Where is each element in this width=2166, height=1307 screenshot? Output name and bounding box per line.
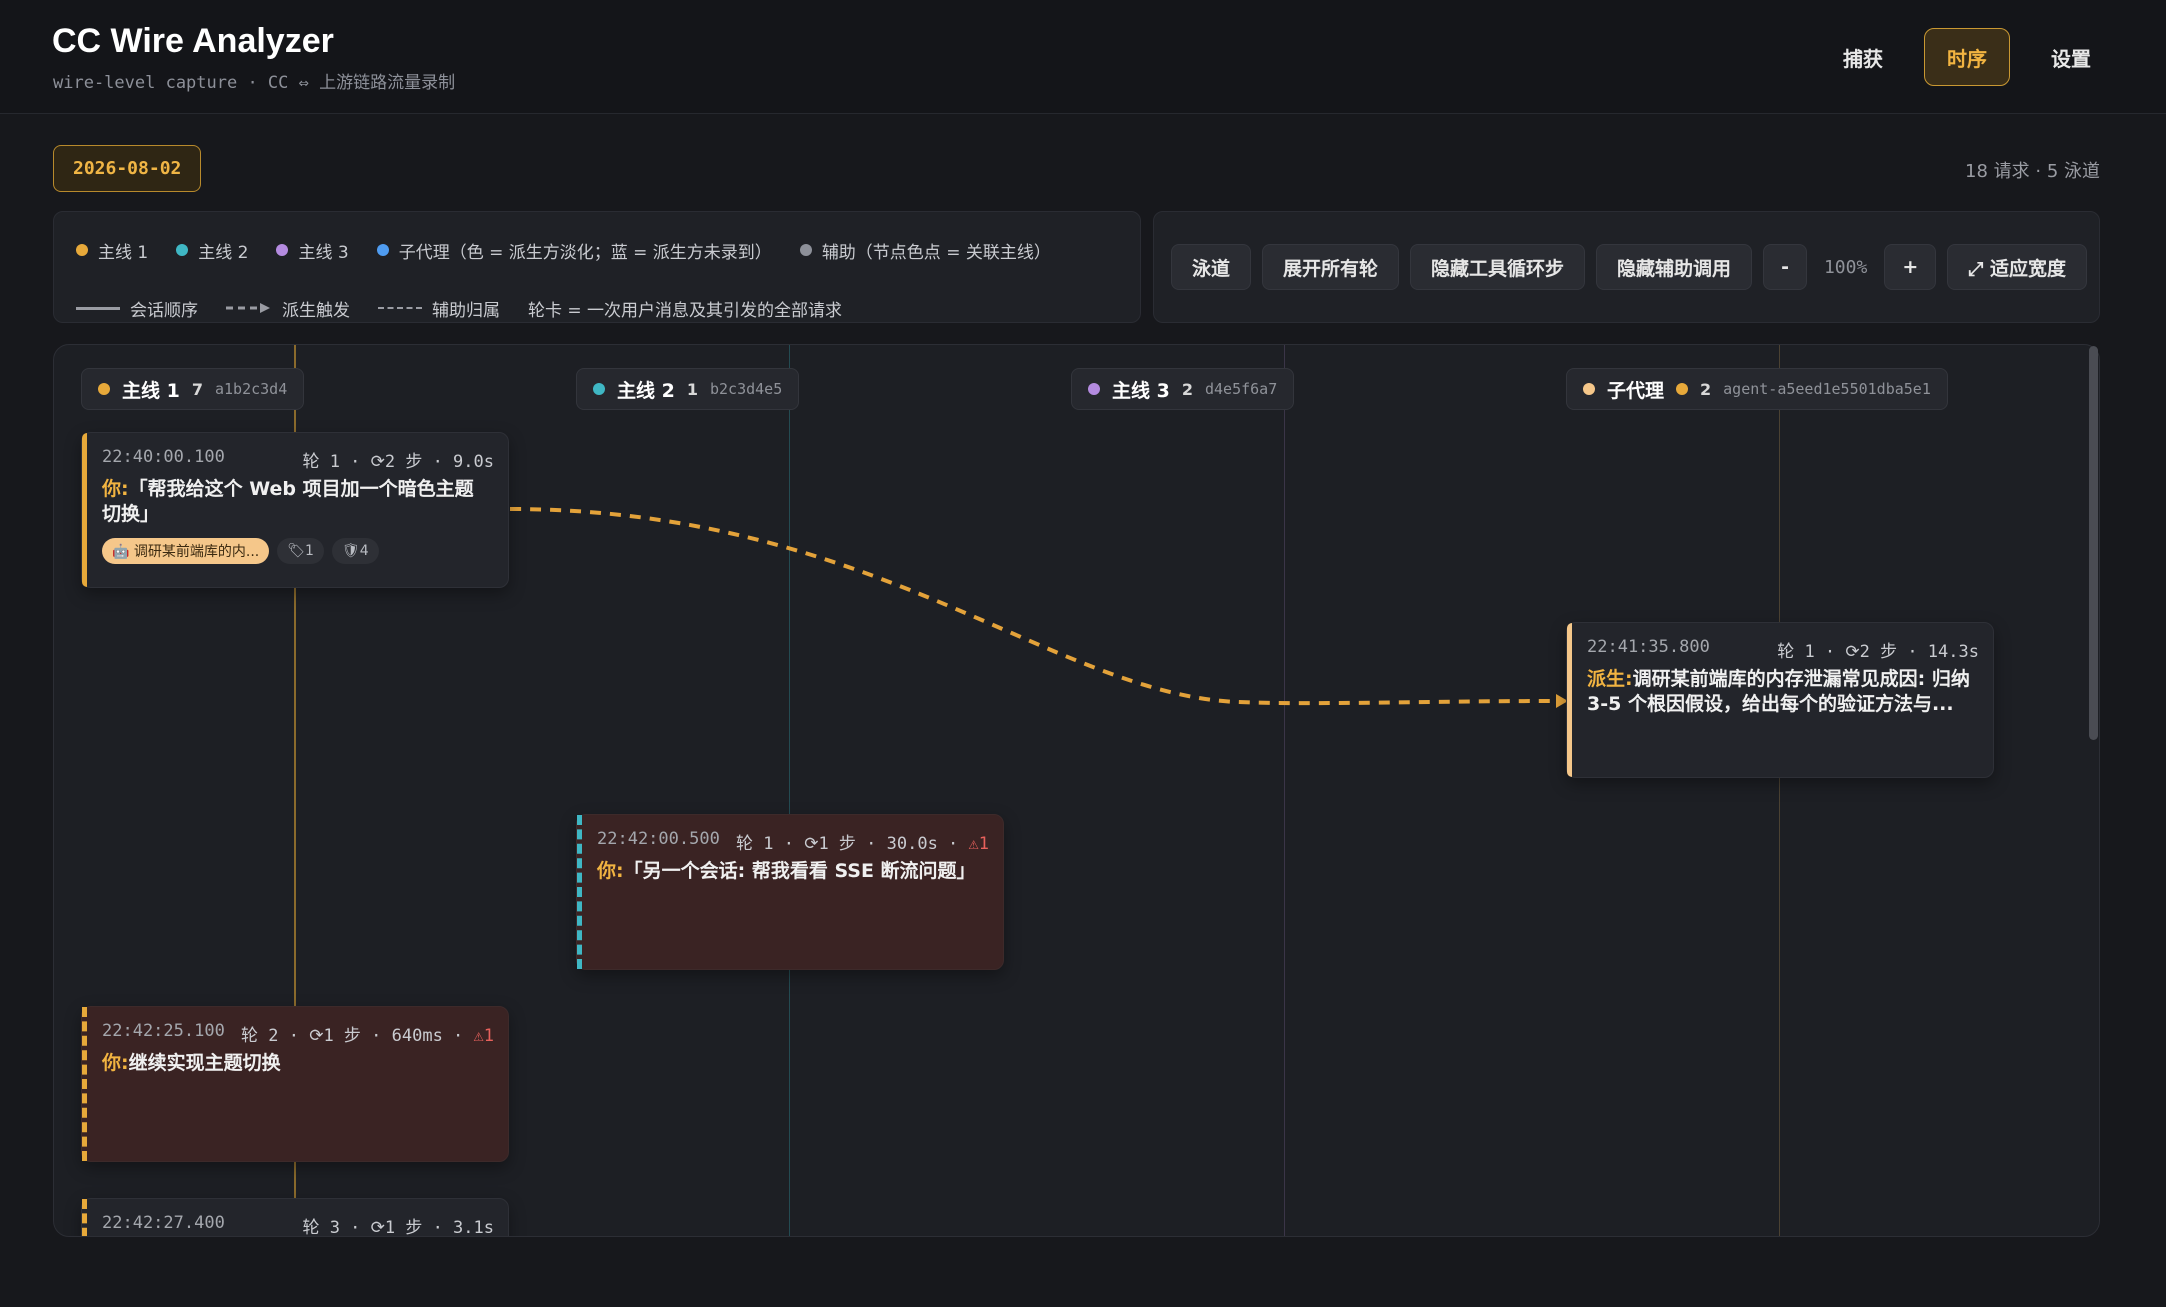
nav-timeline-button[interactable]: 时序 [1924, 28, 2010, 86]
legend-session-order: 会话顺序 [76, 296, 198, 321]
zoom-out-button[interactable]: - [1763, 244, 1807, 290]
legend-item-lane2: 主线 2 [176, 238, 248, 263]
dotted-line-icon [378, 307, 422, 309]
solid-line-icon [76, 306, 120, 310]
zoom-level: 100% [1823, 256, 1868, 278]
hide-tool-loop-button[interactable]: 隐藏工具循环步 [1410, 244, 1586, 290]
canvas-scrollbar[interactable] [2089, 346, 2098, 740]
card-stats: 轮 3 · ⟳1 步 · 3.1s [302, 1218, 494, 1237]
swimlane-button[interactable]: 泳道 [1171, 244, 1252, 290]
card-speaker: 你: [102, 478, 129, 500]
nav-settings-button[interactable]: 设置 [2028, 28, 2114, 86]
legend-lanes: 主线 1 主线 2 主线 3 子代理（色 = 派生方淡化；蓝 = 派生方未录到）… [76, 228, 1051, 272]
lane-header-subagent[interactable]: 子代理 2 agent-a5eed1e5501dba5e1 [1566, 368, 1948, 410]
date-selector[interactable]: 2026-08-02 [53, 145, 202, 192]
legend-item-lane1: 主线 1 [76, 238, 148, 263]
main-nav: 捕获 时序 设置 [1820, 28, 2114, 86]
card-time: 22:42:27.400 [102, 1213, 225, 1233]
card-time: 22:40:00.100 [102, 447, 225, 467]
zoom-in-button[interactable]: + [1884, 244, 1937, 290]
card-speaker: 你: [597, 860, 624, 882]
card-message: 继续实现主题切换 [128, 1052, 281, 1074]
parent-lane-dot [1676, 383, 1689, 395]
legend-spawn-trigger: 派生触发 [226, 296, 350, 321]
card-time: 22:42:25.100 [102, 1021, 225, 1041]
card-stats: 轮 1 · ⟳2 步 · 9.0s [302, 452, 494, 472]
card-message: 「另一个会话: 帮我看看 SSE 断流问题」 [623, 860, 976, 882]
lane-header-2[interactable]: 主线 2 1 b2c3d4e5 [576, 368, 800, 410]
tag-chip[interactable]: 🏷1 [277, 538, 324, 564]
legend-panel: 主线 1 主线 2 主线 3 子代理（色 = 派生方淡化；蓝 = 派生方未录到）… [53, 211, 1141, 323]
subagent-color-dot [376, 244, 389, 256]
lane-header-3[interactable]: 主线 3 2 d4e5f6a7 [1071, 368, 1295, 410]
lane2-dot [593, 383, 605, 395]
card-stats: 轮 2 · ⟳1 步 · 640ms · [241, 1026, 474, 1046]
turn-card[interactable]: 22:41:35.800 轮 1 · ⟳2 步 · 14.3s 派生:调研某前端… [1566, 622, 1994, 778]
lane3-color-dot [276, 244, 289, 256]
dashed-arrow-icon [226, 303, 270, 313]
top-bar: CC Wire Analyzer wire-level capture · CC… [0, 0, 2166, 114]
shield-chip[interactable]: 🛡4 [331, 538, 379, 564]
card-message: 「帮我给这个 Web 项目加一个暗色主题切换」 [102, 478, 474, 525]
legend-turn-card-note: 轮卡 = 一次用户消息及其引发的全部请求 [528, 300, 843, 321]
legend-item-subagent: 子代理（色 = 派生方淡化；蓝 = 派生方未录到） [376, 238, 772, 263]
card-message: 调研某前端库的内存泄漏常见成因: 归纳 3-5 个根因假设，给出每个的验证方法与… [1587, 668, 1970, 715]
warning-count: ⚠1 [473, 1026, 494, 1046]
card-time: 22:42:00.500 [597, 829, 720, 849]
hide-aux-button[interactable]: 隐藏辅助调用 [1596, 244, 1753, 290]
subagent-chip[interactable]: 🤖 调研某前端库的内... [102, 538, 270, 564]
legend-item-aux: 辅助（节点色点 = 关联主线） [799, 238, 1051, 263]
turn-card[interactable]: 22:40:00.100 轮 1 · ⟳2 步 · 9.0s 你:「帮我给这个 … [81, 432, 509, 588]
lane3-dot [1088, 383, 1100, 395]
lane1-dot [98, 383, 110, 395]
card-stats: 轮 1 · ⟳2 步 · 14.3s [1777, 642, 1979, 662]
legend-aux-belong: 辅助归属 [378, 296, 500, 321]
app-title: CC Wire Analyzer [52, 22, 334, 60]
legend-item-lane3: 主线 3 [276, 238, 349, 263]
turn-card[interactable]: 22:42:00.500 轮 1 · ⟳1 步 · 30.0s · ⚠1 你:「… [576, 814, 1004, 970]
app-subtitle: wire-level capture · CC ⇔ 上游链路流量录制 [53, 73, 456, 93]
turn-card[interactable]: 22:42:27.400 轮 3 · ⟳1 步 · 3.1s [81, 1198, 509, 1237]
aux-color-dot [799, 244, 812, 256]
card-speaker: 派生: [1587, 668, 1633, 690]
turn-card[interactable]: 22:42:25.100 轮 2 · ⟳1 步 · 640ms · ⚠1 你:继… [81, 1006, 509, 1162]
subagent-dot [1583, 383, 1595, 395]
view-toolbar: 泳道 展开所有轮 隐藏工具循环步 隐藏辅助调用 - 100% + ⤢ 适应宽度 [1153, 211, 2100, 323]
lane2-color-dot [176, 244, 189, 256]
card-stats: 轮 1 · ⟳1 步 · 30.0s · [736, 834, 969, 854]
timeline-canvas[interactable]: 主线 1 7 a1b2c3d4 主线 2 1 b2c3d4e5 主线 3 2 d… [53, 344, 2100, 1237]
warning-count: ⚠1 [968, 834, 989, 854]
lane-header-1[interactable]: 主线 1 7 a1b2c3d4 [81, 368, 305, 410]
nav-capture-button[interactable]: 捕获 [1820, 28, 1906, 86]
lane1-color-dot [76, 244, 88, 256]
card-time: 22:41:35.800 [1587, 637, 1710, 657]
card-speaker: 你: [102, 1052, 129, 1074]
fit-width-button[interactable]: ⤢ 适应宽度 [1947, 244, 2088, 290]
expand-all-button[interactable]: 展开所有轮 [1262, 244, 1400, 290]
legend-lines: 会话顺序 派生触发 辅助归属 轮卡 = 一次用户消息及其引发的全部请求 [76, 286, 842, 330]
request-summary: 18 请求 · 5 泳道 [1965, 161, 2100, 182]
